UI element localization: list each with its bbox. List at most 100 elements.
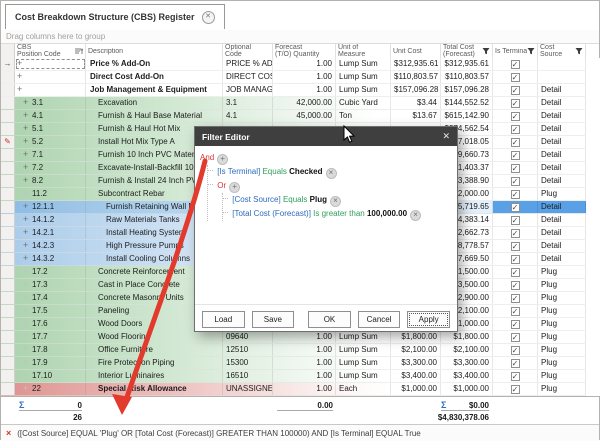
cell-cost-source[interactable]: Plug: [538, 357, 586, 369]
cell-total-cost[interactable]: $3,400.00: [441, 370, 493, 382]
cell-description[interactable]: Direct Cost Add-On: [86, 71, 223, 83]
is-terminal-checkbox[interactable]: ✓: [511, 86, 520, 95]
is-terminal-checkbox[interactable]: ✓: [511, 190, 520, 199]
column-header-desc[interactable]: Description: [86, 44, 223, 58]
cell-cost-source[interactable]: Plug: [538, 188, 586, 200]
cell-forecast-quantity[interactable]: 42,000.00: [273, 97, 336, 109]
remove-condition-icon[interactable]: ×: [410, 210, 421, 221]
tab-close-icon[interactable]: ✕: [202, 11, 215, 24]
is-terminal-checkbox[interactable]: ✓: [511, 320, 520, 329]
cell-cost-source[interactable]: Detail: [538, 162, 586, 174]
cell-is-terminal[interactable]: ✓: [493, 162, 538, 174]
condition-value-link[interactable]: 100,000.00: [367, 209, 407, 218]
cell-is-terminal[interactable]: ✓: [493, 253, 538, 265]
expand-plus-icon[interactable]: +: [23, 110, 30, 121]
is-terminal-checkbox[interactable]: ✓: [511, 359, 520, 368]
cell-description[interactable]: Price % Add-On: [86, 58, 223, 70]
is-terminal-checkbox[interactable]: ✓: [511, 242, 520, 251]
cell-is-terminal[interactable]: ✓: [493, 97, 538, 109]
filter-funnel-icon[interactable]: [482, 47, 490, 55]
cell-is-terminal[interactable]: ✓: [493, 201, 538, 213]
cell-forecast-quantity[interactable]: 1.00: [273, 370, 336, 382]
expand-plus-icon[interactable]: +: [23, 279, 30, 290]
cell-forecast-quantity[interactable]: 1.00: [273, 357, 336, 369]
cell-total-cost[interactable]: $312,935.61: [441, 58, 493, 70]
cell-position-code[interactable]: +3.1: [15, 97, 86, 109]
expand-plus-icon[interactable]: +: [23, 370, 30, 381]
cell-cost-source[interactable]: Detail: [538, 253, 586, 265]
cell-is-terminal[interactable]: ✓: [493, 344, 538, 356]
is-terminal-checkbox[interactable]: ✓: [511, 307, 520, 316]
column-header-src[interactable]: CostSource: [538, 44, 586, 58]
cell-unit-cost[interactable]: $3.44: [391, 97, 441, 109]
cell-cost-source[interactable]: [538, 58, 586, 70]
cell-position-code[interactable]: +4.1: [15, 110, 86, 122]
cell-position-code[interactable]: +17.2: [15, 266, 86, 278]
cell-cost-source[interactable]: Plug: [538, 292, 586, 304]
root-operator-link[interactable]: And: [200, 153, 214, 162]
cell-is-terminal[interactable]: ✓: [493, 305, 538, 317]
expand-plus-icon[interactable]: +: [23, 97, 30, 108]
cell-cost-source[interactable]: Detail: [538, 123, 586, 135]
cell-is-terminal[interactable]: ✓: [493, 214, 538, 226]
is-terminal-checkbox[interactable]: ✓: [511, 268, 520, 277]
cell-cost-source[interactable]: Detail: [538, 97, 586, 109]
cell-unit-cost[interactable]: $110,803.57: [391, 71, 441, 83]
cell-cost-source[interactable]: [538, 71, 586, 83]
cell-unit-of-measure[interactable]: Each: [336, 383, 391, 395]
cell-description[interactable]: Office Furniture: [86, 344, 223, 356]
cancel-button[interactable]: Cancel: [358, 311, 401, 328]
column-header-qty[interactable]: Forecast(T/O) Quantity: [273, 44, 336, 58]
column-header-term[interactable]: Is Terminal: [493, 44, 538, 58]
cell-cost-source[interactable]: Detail: [538, 84, 586, 96]
cell-position-code[interactable]: +12.1.1: [15, 201, 86, 213]
cell-description[interactable]: Excavation: [86, 97, 223, 109]
is-terminal-checkbox[interactable]: ✓: [511, 73, 520, 82]
cell-optional-code[interactable]: UNASSIGNED D...: [223, 383, 273, 395]
cell-cost-source[interactable]: Detail: [538, 110, 586, 122]
cell-cost-source[interactable]: Detail: [538, 175, 586, 187]
cell-is-terminal[interactable]: ✓: [493, 188, 538, 200]
cell-optional-code[interactable]: 12510: [223, 344, 273, 356]
expand-plus-icon[interactable]: +: [23, 266, 30, 277]
cell-unit-of-measure[interactable]: Ton: [336, 110, 391, 122]
cell-is-terminal[interactable]: ✓: [493, 279, 538, 291]
cell-position-code[interactable]: +: [15, 58, 86, 70]
dialog-close-icon[interactable]: ✕: [442, 131, 450, 142]
cell-position-code[interactable]: +17.4: [15, 292, 86, 304]
expand-plus-icon[interactable]: +: [23, 240, 30, 251]
cell-total-cost[interactable]: $615,142.90: [441, 110, 493, 122]
is-terminal-checkbox[interactable]: ✓: [511, 333, 520, 342]
cell-description[interactable]: Special Risk Allowance: [86, 383, 223, 395]
cell-cost-source[interactable]: Detail: [538, 149, 586, 161]
cell-position-code[interactable]: +17.5: [15, 305, 86, 317]
cell-total-cost[interactable]: $110,803.57: [441, 71, 493, 83]
cell-unit-of-measure[interactable]: Cubic Yard: [336, 97, 391, 109]
cell-is-terminal[interactable]: ✓: [493, 292, 538, 304]
cell-position-code[interactable]: +17.10: [15, 370, 86, 382]
cell-unit-of-measure[interactable]: Lump Sum: [336, 370, 391, 382]
cell-forecast-quantity[interactable]: 1.00: [273, 84, 336, 96]
expand-plus-icon[interactable]: +: [23, 357, 30, 368]
add-condition-icon[interactable]: +: [217, 154, 228, 165]
table-row[interactable]: +17.9Fire Protection Piping153001.00Lump…: [1, 357, 586, 370]
expand-plus-icon[interactable]: +: [23, 292, 30, 303]
cell-is-terminal[interactable]: ✓: [493, 84, 538, 96]
cell-total-cost[interactable]: $144,552.52: [441, 97, 493, 109]
column-header-total[interactable]: Total Cost(Forecast): [441, 44, 493, 58]
table-row[interactable]: +17.10Interior Luminaires165101.00Lump S…: [1, 370, 586, 383]
remove-condition-icon[interactable]: ×: [326, 168, 337, 179]
is-terminal-checkbox[interactable]: ✓: [511, 385, 520, 394]
remove-filter-button[interactable]: ×: [6, 429, 11, 438]
cell-cost-source[interactable]: Detail: [538, 214, 586, 226]
cell-cost-source[interactable]: Plug: [538, 279, 586, 291]
cell-unit-cost[interactable]: $312,935.61: [391, 58, 441, 70]
cell-is-terminal[interactable]: ✓: [493, 331, 538, 343]
is-terminal-checkbox[interactable]: ✓: [511, 346, 520, 355]
expand-plus-icon[interactable]: +: [17, 58, 24, 69]
cell-position-code[interactable]: +14.2.1: [15, 227, 86, 239]
group-by-panel[interactable]: Drag columns here to group: [1, 30, 599, 44]
cell-position-code[interactable]: +17.8: [15, 344, 86, 356]
filter-funnel-icon[interactable]: [575, 47, 583, 55]
condition-value-link[interactable]: Plug: [310, 195, 327, 204]
